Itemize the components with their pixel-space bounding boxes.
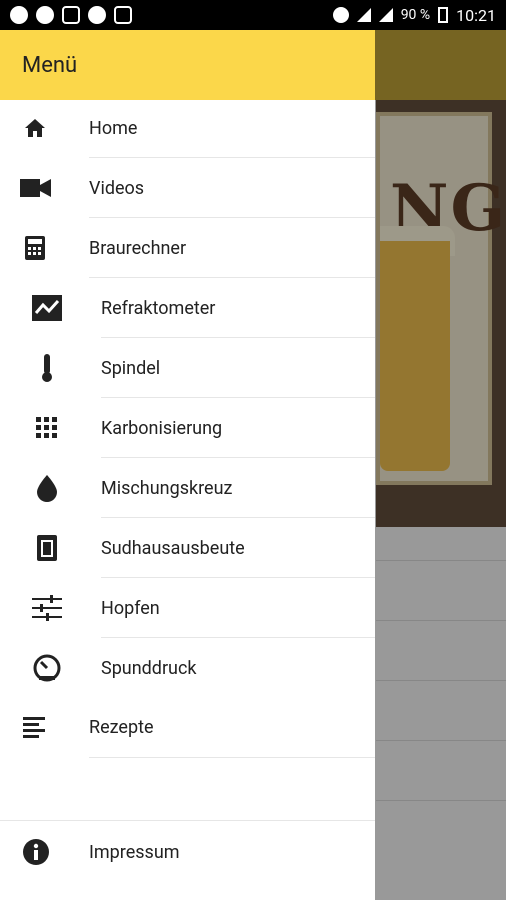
menu-label: Rezepte bbox=[89, 716, 154, 738]
clock: 10:21 bbox=[456, 5, 496, 25]
menu-label: Refraktometer bbox=[101, 297, 216, 319]
menu-label: Braurechner bbox=[89, 237, 187, 259]
battery-icon bbox=[438, 7, 449, 23]
menu-item-sudhausausbeute[interactable]: Sudhausausbeute bbox=[0, 518, 375, 578]
wifi-icon bbox=[356, 8, 371, 22]
menu-item-karbonisierung[interactable]: Karbonisierung bbox=[0, 398, 375, 458]
menu-label: Hopfen bbox=[101, 597, 160, 619]
pinterest-icon bbox=[36, 6, 54, 24]
navigation-drawer: Menü Home Videos Braurechner Refraktomet… bbox=[0, 30, 375, 900]
menu-item-spunddruck[interactable]: Spunddruck bbox=[0, 638, 375, 698]
status-bar: 90 % 10:21 bbox=[0, 0, 506, 30]
menu-item-videos[interactable]: Videos bbox=[0, 158, 375, 218]
section-divider bbox=[0, 820, 375, 821]
thermometer-icon bbox=[34, 354, 60, 382]
menu-label: Sudhausausbeute bbox=[101, 537, 245, 559]
menu-item-refraktometer[interactable]: Refraktometer bbox=[0, 278, 375, 338]
alert-icon bbox=[10, 6, 28, 24]
chart-icon bbox=[32, 295, 62, 321]
home-icon bbox=[22, 115, 48, 141]
instagram-icon bbox=[62, 6, 80, 24]
drawer-scrim[interactable] bbox=[375, 30, 506, 900]
drawer-header: Menü bbox=[0, 30, 375, 100]
drop-icon bbox=[34, 475, 60, 502]
signal-icon bbox=[378, 8, 393, 22]
info-icon bbox=[22, 838, 50, 866]
system-icons: 90 % 10:21 bbox=[332, 5, 506, 25]
drawer-title: Menü bbox=[22, 52, 78, 78]
grid-dots-icon bbox=[34, 415, 60, 441]
menu-item-hopfen[interactable]: Hopfen bbox=[0, 578, 375, 638]
menu-item-rezepte[interactable]: Rezepte bbox=[0, 697, 375, 757]
menu-label: Karbonisierung bbox=[101, 417, 223, 439]
menu-item-impressum[interactable]: Impressum bbox=[0, 822, 375, 882]
calculator-icon bbox=[22, 235, 48, 261]
gauge-icon bbox=[32, 654, 62, 682]
menu-item-home[interactable]: Home bbox=[0, 98, 375, 158]
sliders-icon bbox=[32, 595, 62, 621]
menu-item-mischungskreuz[interactable]: Mischungskreuz bbox=[0, 458, 375, 518]
divider bbox=[89, 757, 375, 758]
menu-label: Home bbox=[89, 117, 138, 139]
record-icon bbox=[88, 6, 106, 24]
container-icon bbox=[34, 535, 60, 561]
menu-label: Spindel bbox=[101, 357, 161, 379]
menu-item-spindel[interactable]: Spindel bbox=[0, 338, 375, 398]
menu-label: Impressum bbox=[89, 841, 180, 863]
notification-icons bbox=[0, 6, 132, 24]
list-icon bbox=[22, 714, 48, 740]
menu-label: Mischungskreuz bbox=[101, 477, 233, 499]
menu-item-braurechner[interactable]: Braurechner bbox=[0, 218, 375, 278]
video-camera-icon bbox=[20, 175, 52, 201]
menu-label: Videos bbox=[89, 177, 145, 199]
do-not-disturb-icon bbox=[332, 7, 349, 23]
menu-label: Spunddruck bbox=[101, 657, 197, 679]
activity-icon bbox=[114, 6, 132, 24]
battery-percent: 90 % bbox=[400, 7, 431, 23]
